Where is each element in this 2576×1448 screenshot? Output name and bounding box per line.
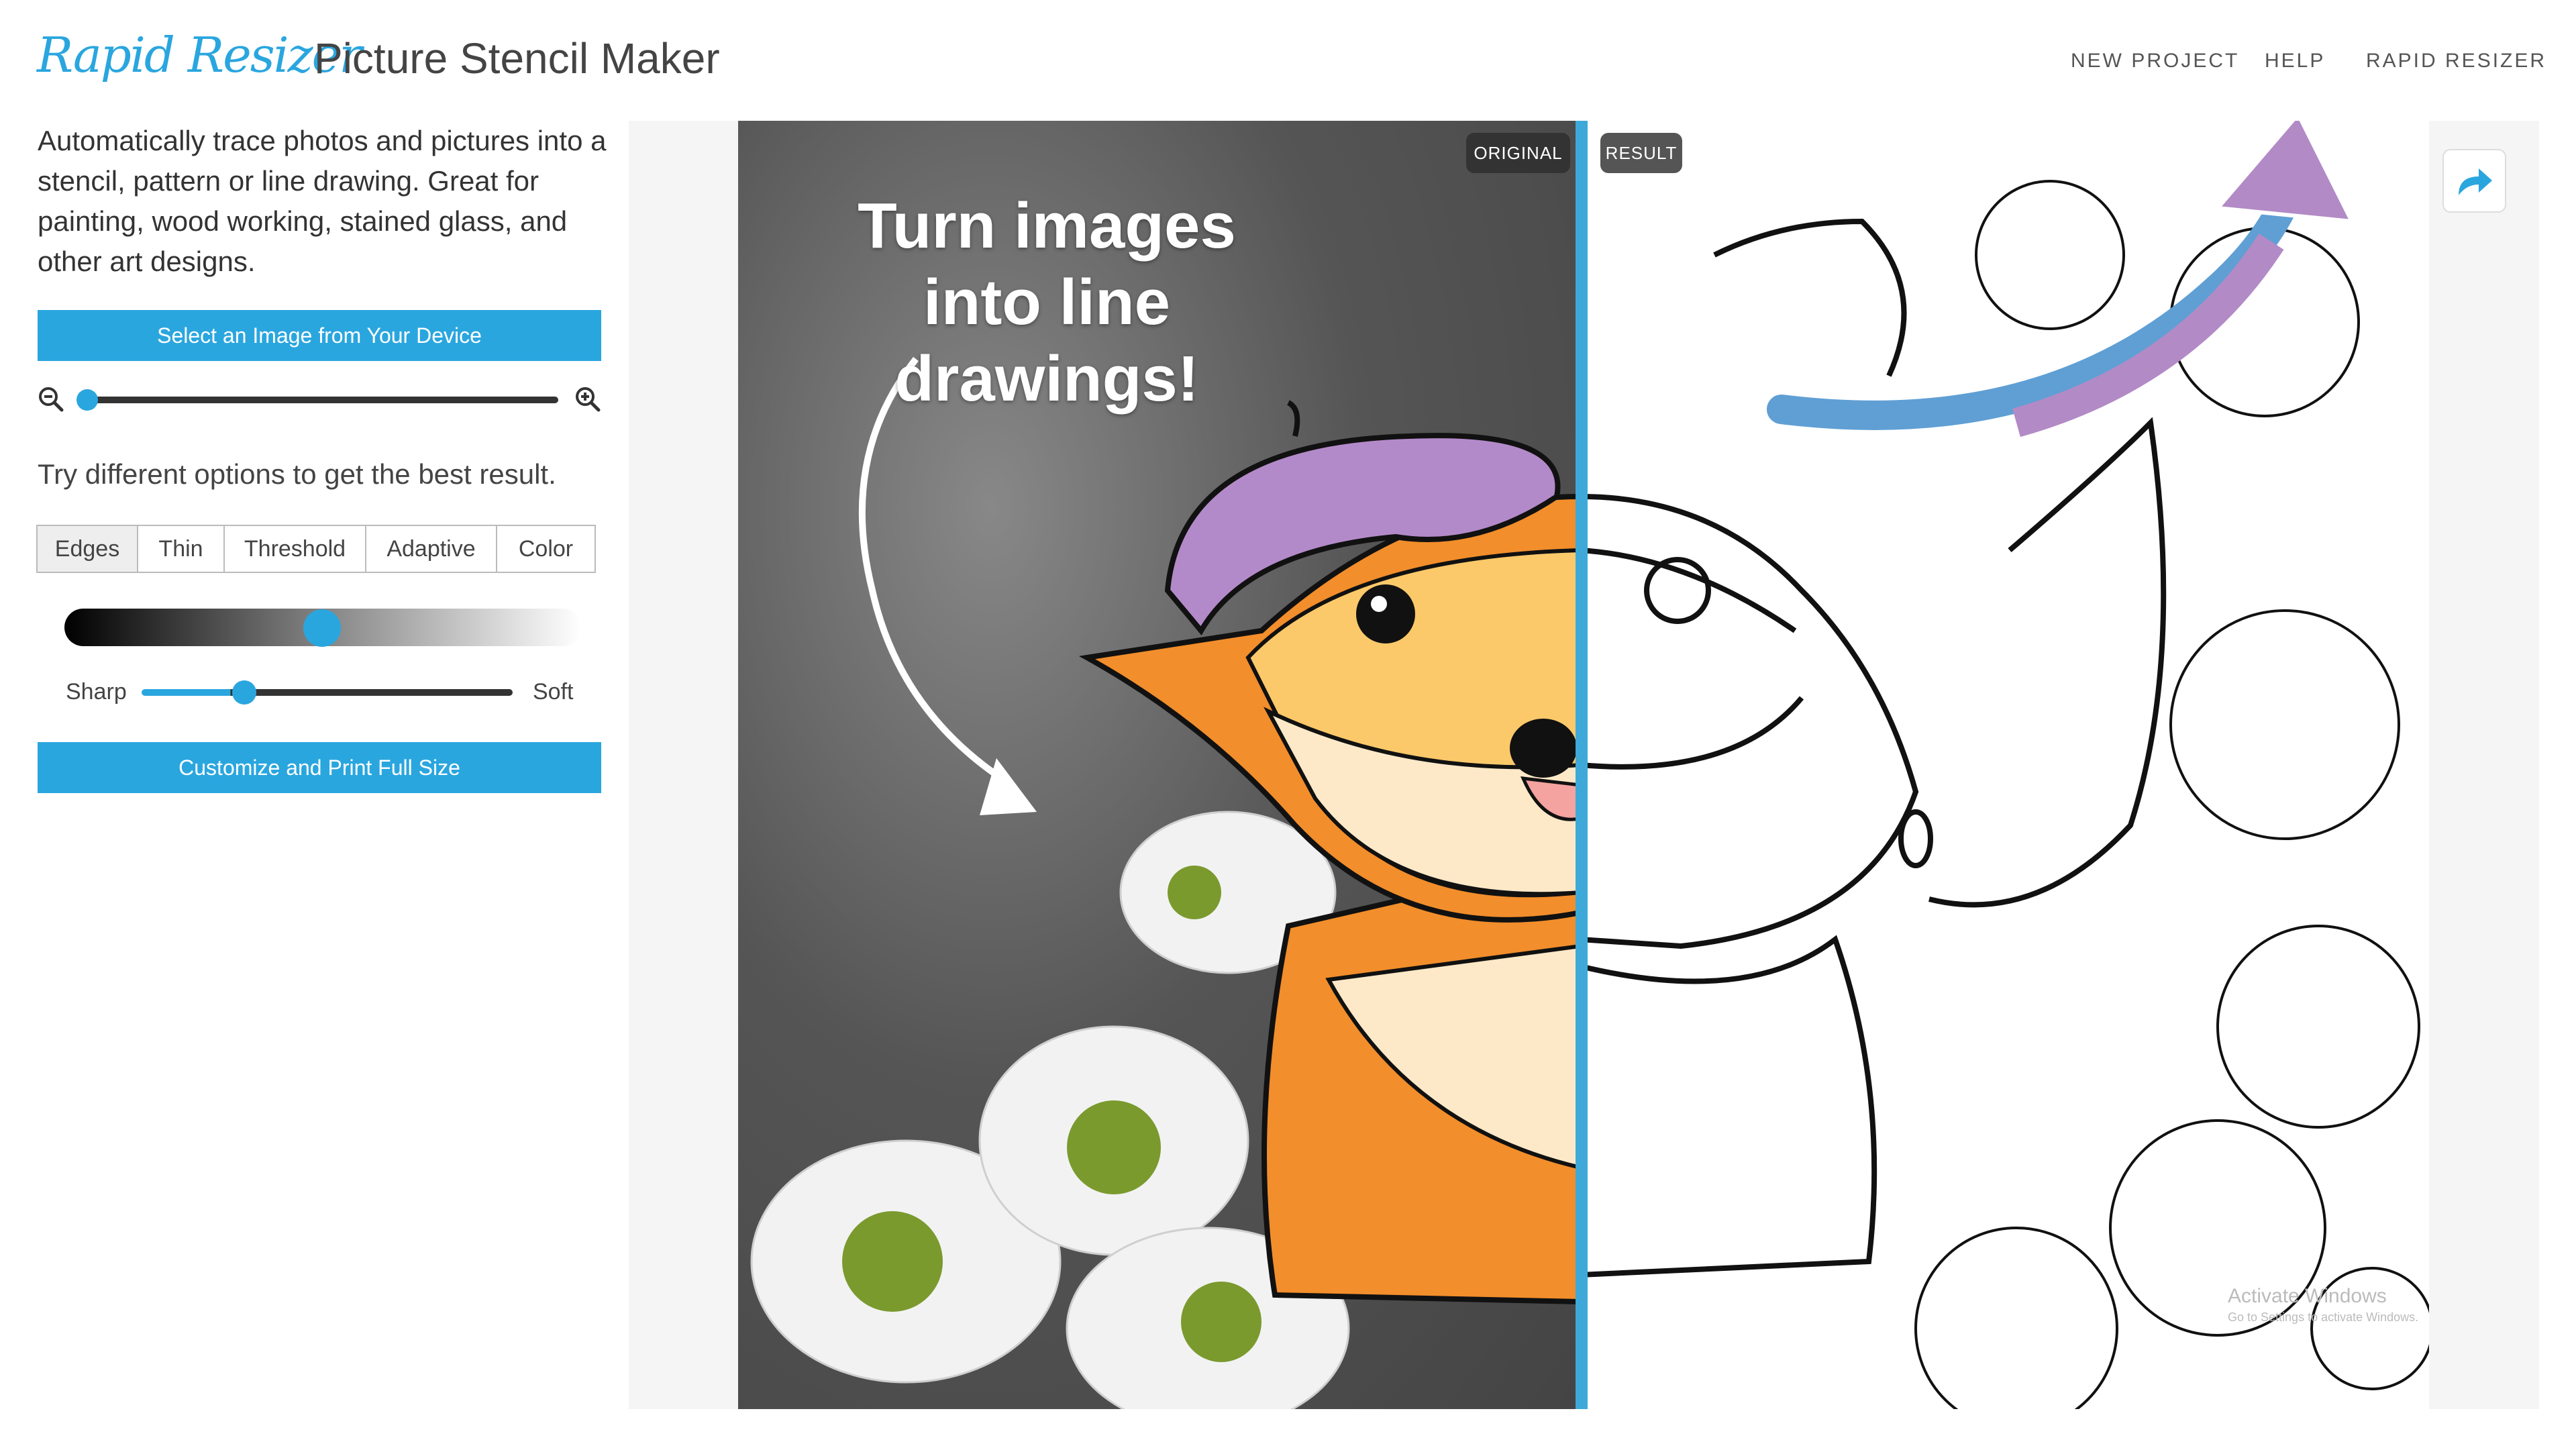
nav-help[interactable]: HELP (2265, 50, 2325, 72)
original-image: Turn images into line drawings! (738, 121, 1583, 1409)
mode-tabs: Edges Thin Threshold Adaptive Color (36, 525, 596, 573)
comparison-preview[interactable]: Turn images into line drawings! ORIGINAL… (738, 121, 2429, 1409)
tab-thin[interactable]: Thin (137, 525, 225, 573)
tab-threshold[interactable]: Threshold (223, 525, 366, 573)
customize-print-button[interactable]: Customize and Print Full Size (38, 742, 601, 793)
share-button[interactable] (2442, 149, 2506, 213)
zoom-slider-handle[interactable] (76, 389, 98, 411)
result-illustration (1580, 121, 2429, 1409)
watermark-subtitle: Go to Settings to activate Windows. (2228, 1310, 2419, 1324)
activation-watermark: Activate Windows Go to Settings to activ… (2228, 1285, 2418, 1325)
soft-label: Soft (533, 679, 574, 705)
zoom-slider[interactable] (79, 397, 558, 403)
logo[interactable]: Rapid Resizer (37, 27, 362, 83)
threshold-slider-handle[interactable] (303, 609, 341, 647)
original-badge: ORIGINAL (1466, 133, 1570, 173)
sidebar: Automatically trace photos and pictures … (36, 121, 606, 793)
sharp-label: Sharp (66, 679, 127, 705)
tab-edges[interactable]: Edges (36, 525, 138, 573)
options-hint: Try different options to get the best re… (38, 458, 556, 490)
tab-adaptive[interactable]: Adaptive (365, 525, 497, 573)
tab-color[interactable]: Color (496, 525, 596, 573)
result-image (1580, 121, 2429, 1409)
zoom-out-icon[interactable] (38, 386, 64, 413)
nav-rapid-resizer[interactable]: RAPID RESIZER (2366, 50, 2546, 72)
sharpness-slider[interactable] (142, 689, 513, 696)
comparison-divider[interactable] (1576, 121, 1588, 1409)
zoom-slider-row (38, 386, 601, 413)
sharpness-slider-handle[interactable] (232, 680, 256, 705)
nav-new-project[interactable]: NEW PROJECT (2071, 50, 2239, 72)
header: Rapid Resizer Picture Stencil Maker NEW … (0, 0, 2576, 121)
headline: Turn images into line drawings! (858, 190, 1236, 415)
select-image-button[interactable]: Select an Image from Your Device (38, 310, 601, 361)
intro-text: Automatically trace photos and pictures … (38, 125, 607, 277)
watermark-title: Activate Windows (2228, 1285, 2387, 1307)
zoom-in-icon[interactable] (574, 386, 601, 413)
share-icon (2458, 168, 2492, 195)
page-title: Picture Stencil Maker (314, 34, 720, 83)
sharpness-row: Sharp Soft (38, 676, 601, 706)
result-badge: RESULT (1600, 133, 1682, 173)
